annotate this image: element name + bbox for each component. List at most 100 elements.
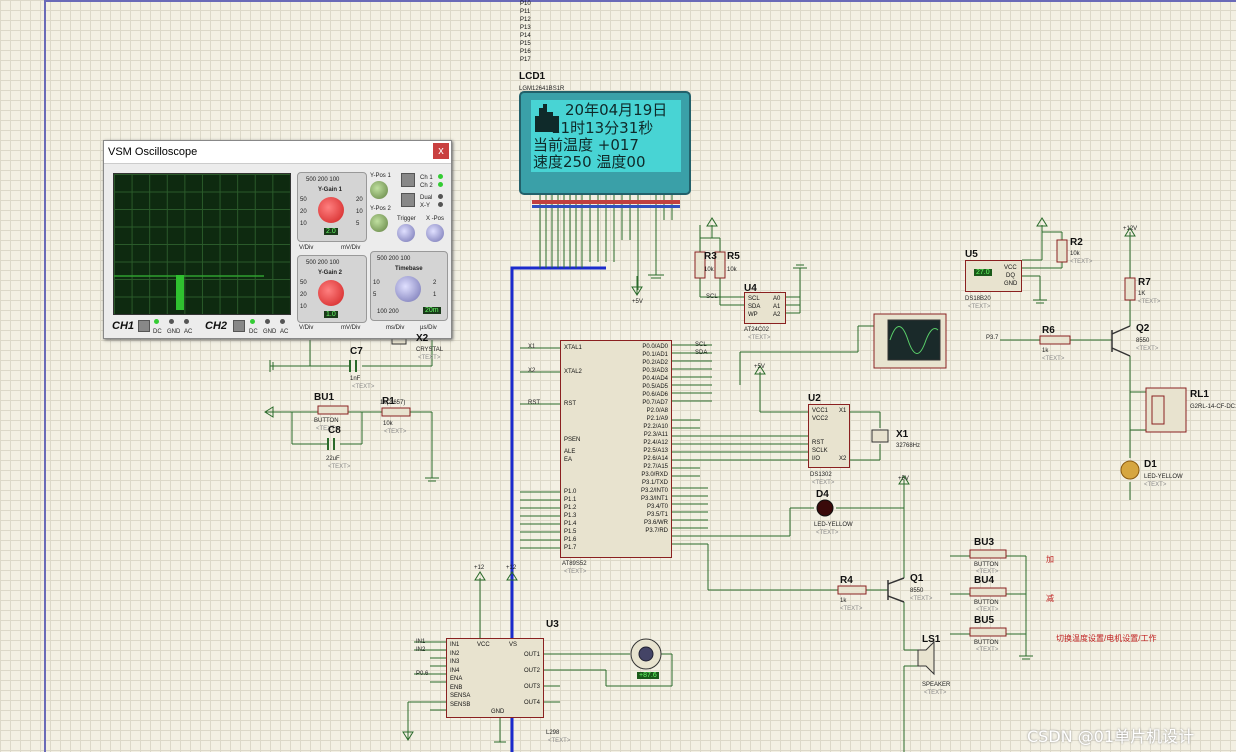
u2-pin-x2: X2 bbox=[839, 456, 847, 462]
rl1-value: G2RL-14-CF-DC12 bbox=[1190, 404, 1236, 410]
annotation-switch: 切换温度设置/电机设置/工作 bbox=[1056, 634, 1157, 643]
u1-mcu[interactable]: XTAL1 XTAL2 RST PSEN ALE EA P1.0 P1.1 P1.2 P1.3 P1… bbox=[560, 340, 672, 558]
u3-pin-vcc: VCC bbox=[477, 642, 490, 648]
net-p1-3: P13 bbox=[520, 25, 531, 31]
u2-ref: U2 bbox=[808, 393, 821, 404]
u2-pin-vcc1: VCC1 bbox=[812, 408, 829, 414]
lcd-display[interactable]: 20年04月19日 11时13分31秒 当前温度 +017 速度250 温度00 bbox=[519, 91, 691, 195]
d1-text: <TEXT> bbox=[1144, 482, 1167, 488]
u1-right-pin-15: P2.7/A15 bbox=[643, 464, 668, 470]
ch2-scale-10: 10 bbox=[300, 304, 307, 310]
ch2-label: CH2 bbox=[205, 320, 228, 332]
ch2-coupling-button[interactable] bbox=[233, 320, 245, 332]
u5-temp-sensor[interactable]: 27.0 VCC DQ GND bbox=[965, 260, 1022, 292]
ypos1-knob[interactable] bbox=[370, 181, 388, 199]
ch1-scale-20-r: 20 bbox=[356, 197, 363, 203]
u2-rtc[interactable]: VCC1 VCC2 X1 X2 RST SCLK I/O bbox=[808, 404, 850, 468]
watermark: CSDN @01单片机设计 bbox=[1027, 727, 1195, 746]
oscilloscope-titlebar[interactable]: VSM Oscilloscope x bbox=[104, 141, 451, 164]
x1-ref: X1 bbox=[896, 429, 909, 440]
lcd-screen: 20年04月19日 11时13分31秒 当前温度 +017 速度250 温度00 bbox=[531, 100, 681, 172]
net-5v-lcd: +5V bbox=[632, 299, 643, 305]
ch1-gnd-led bbox=[169, 319, 174, 324]
r6-text: <TEXT> bbox=[1042, 356, 1065, 362]
net-p1-7: P17 bbox=[520, 57, 531, 63]
r7-ref: R7 bbox=[1138, 277, 1151, 288]
u5-pin-gnd: GND bbox=[1004, 281, 1018, 287]
r6-ref: R6 bbox=[1042, 325, 1055, 336]
ls1-ref: LS1 bbox=[922, 634, 941, 645]
ch1-dc: DC bbox=[153, 329, 162, 335]
ch2-dc-led bbox=[250, 319, 255, 324]
xpos-label: X -Pos bbox=[426, 216, 445, 222]
ypos2-label: Y-Pos 2 bbox=[370, 206, 391, 212]
xpos-knob[interactable] bbox=[426, 224, 444, 242]
u1-right-pin-11: P2.3/A11 bbox=[643, 432, 668, 438]
ch1-scale-top: 500 200 100 bbox=[306, 177, 340, 183]
bu4-ref: BU4 bbox=[974, 575, 995, 586]
net-p1-4: P14 bbox=[520, 33, 531, 39]
u1-left-pin-8: P1.2 bbox=[564, 505, 577, 511]
u4-pin-a1: A1 bbox=[773, 304, 781, 310]
u1-right-pin-4: P0.4/AD4 bbox=[642, 376, 668, 382]
u1-left-pin-9: P1.3 bbox=[564, 513, 577, 519]
u1-right-pin-16: P3.0/RXD bbox=[641, 472, 668, 478]
ch2-ac-led bbox=[280, 319, 285, 324]
ch1-vdiv: V/Div bbox=[299, 245, 314, 251]
ch2-gain-value: 1.0 bbox=[324, 311, 338, 318]
u1-right-pin-20: P3.4/T0 bbox=[646, 504, 668, 510]
q1-ref: Q1 bbox=[910, 573, 924, 584]
u5-text: <TEXT> bbox=[968, 304, 991, 310]
bu5-ref: BU5 bbox=[974, 615, 995, 626]
tb-scale-bottom: 100 200 bbox=[377, 309, 399, 315]
ch2-gain-knob[interactable] bbox=[318, 280, 344, 306]
u4-pin-sda: SDA bbox=[748, 304, 761, 310]
oscilloscope-window[interactable]: VSM Oscilloscope x 500 200 100 Y-Gain 1 … bbox=[103, 140, 452, 339]
ch1-gain-knob[interactable] bbox=[318, 197, 344, 223]
r2-ref: R2 bbox=[1070, 237, 1083, 248]
u1-right-pin-9: P2.1/A9 bbox=[646, 416, 668, 422]
u4-pin-a2: A2 bbox=[773, 312, 781, 318]
u1-right-pin-22: P3.6/WR bbox=[643, 520, 668, 526]
timebase-knob[interactable] bbox=[395, 276, 421, 302]
q2-text: <TEXT> bbox=[1136, 346, 1159, 352]
net-p1-0: P10 bbox=[520, 1, 531, 7]
u3-right-pin-2: OUT3 bbox=[523, 684, 540, 690]
ch2-scale-50: 50 bbox=[300, 280, 307, 286]
u3-ref: U3 bbox=[546, 619, 559, 630]
ch2-ac: AC bbox=[280, 329, 289, 335]
ch1-ac: AC bbox=[184, 329, 193, 335]
u5-display: 27.0 bbox=[974, 269, 992, 276]
q1-text: <TEXT> bbox=[910, 596, 933, 602]
ch2-mvdiv: mV/Div bbox=[341, 325, 361, 331]
u4-pin-a0: A0 bbox=[773, 296, 781, 302]
q2-ref: Q2 bbox=[1136, 323, 1150, 334]
u1-right-pin-18: P3.2/INT0 bbox=[640, 488, 668, 494]
ch1-label: CH1 bbox=[112, 320, 135, 332]
xy-led bbox=[438, 202, 443, 207]
tb-scale-1: 1 bbox=[433, 292, 437, 298]
net-p1-1: P11 bbox=[520, 9, 531, 15]
u1-left-pin-10: P1.4 bbox=[564, 521, 577, 527]
ch1-select-button[interactable] bbox=[401, 173, 415, 187]
ch1-coupling-button[interactable] bbox=[138, 320, 150, 332]
u4-eeprom[interactable]: SCL SDA WP A0 A1 A2 bbox=[744, 292, 786, 324]
trigger-label: Trigger bbox=[397, 216, 416, 222]
lcd-line-4: 速度250 温度00 bbox=[533, 153, 646, 171]
c7-ref: C7 bbox=[350, 346, 363, 357]
u3-left-pin-1: IN2 bbox=[450, 650, 460, 657]
u1-right-pin-3: P0.3/AD3 bbox=[642, 368, 668, 374]
r5-ref: R5 bbox=[727, 251, 740, 262]
close-button[interactable]: x bbox=[433, 143, 449, 159]
c7-text: <TEXT> bbox=[352, 384, 375, 390]
d1-ref: D1 bbox=[1144, 459, 1157, 470]
ch2-select-button[interactable] bbox=[401, 193, 415, 207]
ch1-mvdiv: mV/Div bbox=[341, 245, 361, 251]
ch1-scale-10: 10 bbox=[300, 221, 307, 227]
u5-ref: U5 bbox=[965, 249, 978, 260]
u5-pin-dq: DQ bbox=[1006, 273, 1015, 279]
u3-motor-driver[interactable]: IN1 IN2 IN3 IN4 ENA ENB SENSA SENSB OUT1 OUT2 OUT… bbox=[446, 638, 544, 718]
trigger-knob[interactable] bbox=[397, 224, 415, 242]
u3-net-12-b: +12 bbox=[506, 565, 517, 571]
ypos2-knob[interactable] bbox=[370, 214, 388, 232]
